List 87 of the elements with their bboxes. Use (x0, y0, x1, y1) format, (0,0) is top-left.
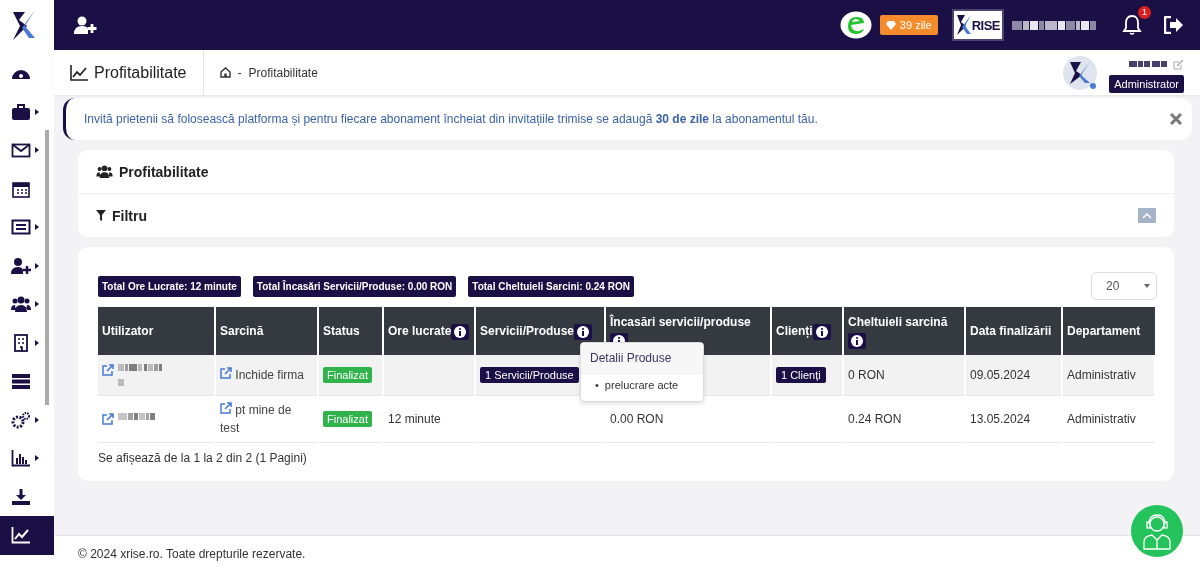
total-badge: Total Încasări Servicii/Produse: 0.00 RON (252, 275, 457, 297)
table-cell: 13.05.2024 (970, 411, 1031, 426)
caret-icon (35, 416, 39, 423)
column-header: Cheltuieli sarcină (843, 307, 965, 355)
briefcase-icon (11, 102, 31, 121)
users-icon (96, 165, 113, 178)
caret-icon (35, 301, 39, 308)
caret-icon (35, 224, 39, 231)
info-icon[interactable] (848, 332, 866, 349)
clients-badge[interactable]: 1 Clienți (776, 366, 826, 383)
breadcrumb-item[interactable]: Profitabilitate (248, 65, 318, 80)
page-title: Profitabilitate (94, 63, 187, 82)
caret-icon (35, 455, 39, 462)
external-link-icon (220, 401, 232, 414)
caret-icon (35, 147, 39, 154)
page-size-select[interactable]: 20 (1091, 272, 1157, 300)
total-badge: Total Cheltuieli Sarcini: 0.24 RON (468, 275, 634, 297)
list-icon (11, 218, 31, 237)
building-icon (11, 333, 31, 352)
diamond-icon (885, 20, 896, 30)
user-avatar[interactable] (1063, 55, 1098, 90)
table-cell: Administrativ (1067, 367, 1136, 382)
gears-icon (11, 410, 31, 429)
column-header: Ore lucrate (383, 307, 475, 355)
external-link-icon (220, 366, 232, 379)
logout-icon[interactable] (1164, 16, 1184, 34)
e-logo-icon[interactable] (839, 11, 872, 39)
notification-badge: 1 (1138, 6, 1151, 19)
filter-icon (96, 210, 106, 221)
total-badge: Total Ore Lucrate: 12 minute (98, 275, 241, 297)
footer-text: © 2024 xrise.ro. Toate drepturile rezervate. (78, 547, 306, 561)
bullet: • (595, 378, 599, 393)
user-plus-icon (11, 256, 31, 275)
caret-icon (35, 262, 39, 269)
table-cell: Administrativ (1067, 411, 1136, 426)
column-header: Status (318, 307, 383, 355)
task-link[interactable]: pt mine de test (220, 400, 313, 437)
table-cell: 0 RON (848, 367, 885, 382)
table-cell: 0.24 RON (848, 411, 902, 426)
popover-title: Detalii Produse (581, 343, 703, 374)
card-title: Profitabilitate (119, 163, 209, 180)
company-logo[interactable]: RISE (951, 9, 1004, 41)
pagination-info: Se afișează de la 1 la 2 din 2 (1 Pagini) (98, 450, 308, 465)
filter-title[interactable]: Filtru (112, 207, 147, 224)
column-header: Utilizator (98, 307, 215, 355)
table-cell: 12 minute (388, 411, 441, 426)
logo-text: RISE (971, 17, 1000, 33)
status-dot (1090, 82, 1097, 89)
download-icon (11, 487, 31, 506)
table-cell: 09.05.2024 (970, 367, 1031, 382)
bar-chart-icon (11, 449, 31, 468)
column-header: Clienți (771, 307, 843, 355)
home-icon[interactable] (219, 67, 231, 78)
line-chart-icon (11, 526, 31, 545)
server-icon (11, 372, 31, 391)
sidebar-item[interactable] (0, 516, 54, 555)
x-logo-icon (955, 14, 972, 36)
status-badge: Finalizat (323, 366, 372, 383)
info-icon[interactable] (451, 323, 470, 340)
table-cell: 0.00 RON (610, 411, 664, 426)
chevron-up-icon (1142, 212, 1152, 219)
popover-item: prelucrare acte (604, 378, 679, 393)
users-icon (11, 295, 31, 314)
x-logo-icon (1069, 60, 1092, 85)
add-user-icon[interactable] (74, 16, 98, 34)
breadcrumb-separator: - (237, 65, 242, 80)
caret-icon (1144, 284, 1150, 288)
close-icon[interactable] (1170, 113, 1182, 125)
role-badge: Administrator (1109, 75, 1184, 93)
bell-icon[interactable] (1122, 14, 1142, 36)
services-badge[interactable]: 1 Servicii/Produse (480, 366, 579, 383)
calendar-icon (11, 179, 31, 198)
alert-text: Invită prietenii să folosească platforma și pentru fiecare abonament încheiat din invitațiile trimise se adaugă 30 de zile la abonamentul tău. (84, 112, 819, 126)
envelope-icon (11, 141, 31, 160)
external-link-icon[interactable] (102, 363, 114, 376)
column-header: Data finalizării (965, 307, 1062, 355)
column-header: Departament (1062, 307, 1155, 355)
line-chart-icon (70, 64, 88, 81)
redacted-user-name (1129, 58, 1167, 70)
info-icon[interactable] (812, 323, 831, 340)
headset-person-icon (1140, 512, 1174, 550)
info-icon[interactable] (574, 323, 593, 340)
external-link-icon[interactable] (102, 412, 114, 425)
caret-icon (35, 108, 39, 115)
column-header: Sarcină (215, 307, 318, 355)
caret-icon (35, 339, 39, 346)
status-badge: Finalizat (323, 410, 372, 427)
